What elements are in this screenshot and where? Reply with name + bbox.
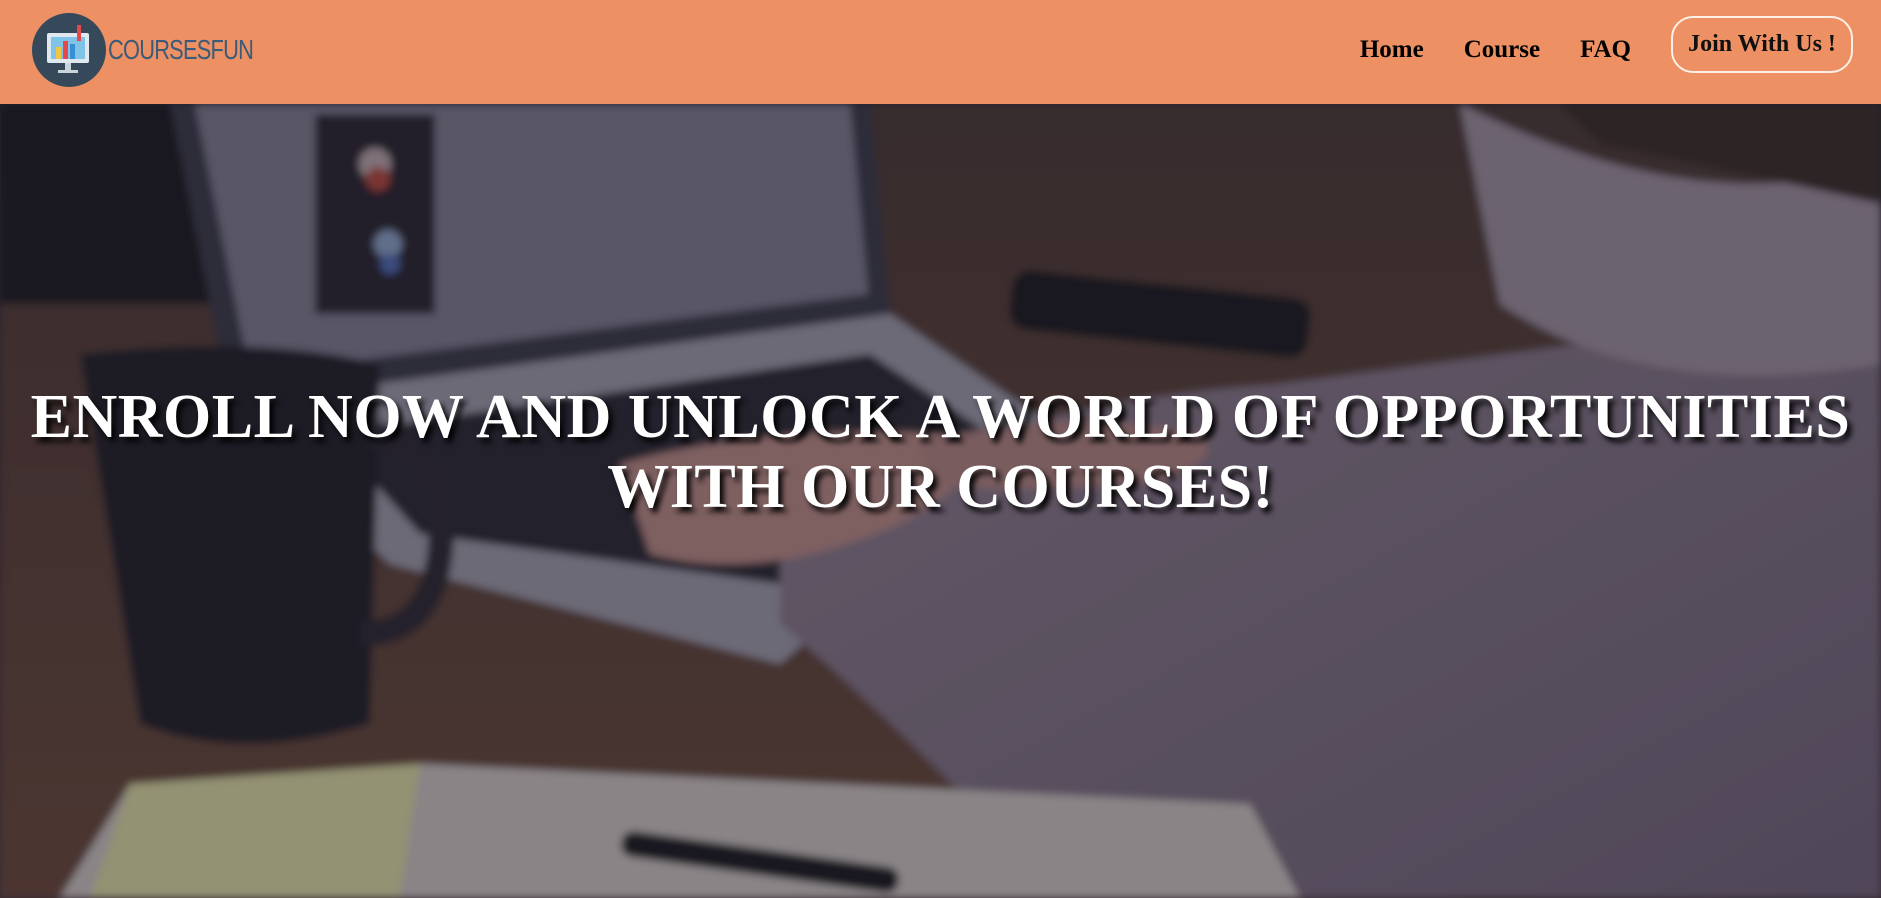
hero-heading-line2: WITH OUR COURSES! bbox=[607, 453, 1274, 521]
monitor-chart-icon bbox=[32, 13, 106, 87]
brand-name: COURSESFUN bbox=[108, 34, 254, 65]
nav-faq-link[interactable]: FAQ bbox=[1580, 33, 1631, 66]
brand-logo[interactable]: COURSESFUN bbox=[32, 11, 294, 89]
hero-heading: ENROLL NOW AND UNLOCK A WORLD OF OPPORTU… bbox=[0, 382, 1881, 522]
join-with-us-button[interactable]: Join With Us ! bbox=[1671, 16, 1853, 73]
hero-heading-line1: ENROLL NOW AND UNLOCK A WORLD OF OPPORTU… bbox=[30, 383, 1851, 451]
main-nav: Home Course FAQ bbox=[1360, 33, 1631, 66]
nav-course-link[interactable]: Course bbox=[1464, 33, 1540, 66]
nav-home-link[interactable]: Home bbox=[1360, 33, 1424, 66]
hero-section: ENROLL NOW AND UNLOCK A WORLD OF OPPORTU… bbox=[0, 104, 1881, 898]
navbar: COURSESFUN Home Course FAQ Join With Us … bbox=[0, 0, 1881, 104]
